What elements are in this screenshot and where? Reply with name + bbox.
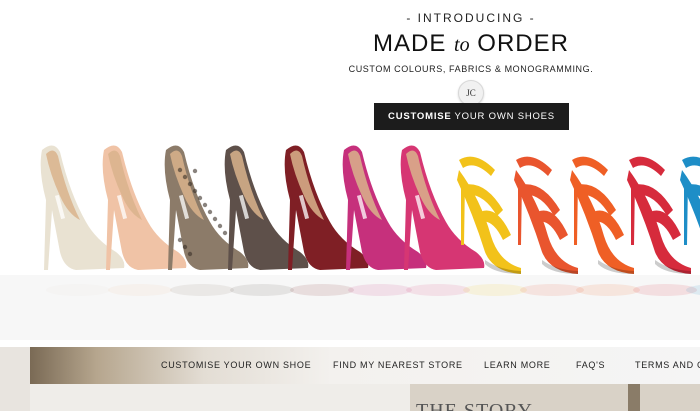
intro-text: - INTRODUCING - <box>406 11 536 25</box>
nav-customise-own-shoe[interactable]: CUSTOMISE YOUR OWN SHOE <box>161 347 311 384</box>
secondary-nav: CUSTOMISE YOUR OWN SHOE FIND MY NEAREST … <box>30 347 700 384</box>
title-order: ORDER <box>477 30 569 57</box>
nav-learn-more[interactable]: LEARN MORE <box>484 347 551 384</box>
shoe-lineup <box>0 145 700 340</box>
cta-bold-label: CUSTOMISE <box>388 111 452 122</box>
customise-shoes-button[interactable]: CUSTOMISE YOUR OWN SHOES <box>374 103 569 130</box>
title-to: to <box>454 34 470 56</box>
cta-label: YOUR OWN SHOES <box>454 111 555 122</box>
nav-terms[interactable]: TERMS AND C <box>635 347 700 384</box>
bottom-left-panel <box>30 384 410 411</box>
story-heading: THE STORY <box>416 400 533 411</box>
nav-find-nearest-store[interactable]: FIND MY NEAREST STORE <box>333 347 463 384</box>
hero-title: MADE to ORDER <box>316 30 626 58</box>
hero-subtitle: CUSTOM COLOURS, FABRICS & MONOGRAMMING. <box>348 64 594 74</box>
hero-banner: - INTRODUCING - MADE to ORDER CUSTOM COL… <box>0 0 700 345</box>
nav-faqs[interactable]: FAQ'S <box>576 347 605 384</box>
shoe-7 <box>400 145 485 296</box>
story-image-thumb <box>628 384 640 411</box>
title-made: MADE <box>373 30 447 57</box>
left-edge-strip <box>0 347 30 411</box>
